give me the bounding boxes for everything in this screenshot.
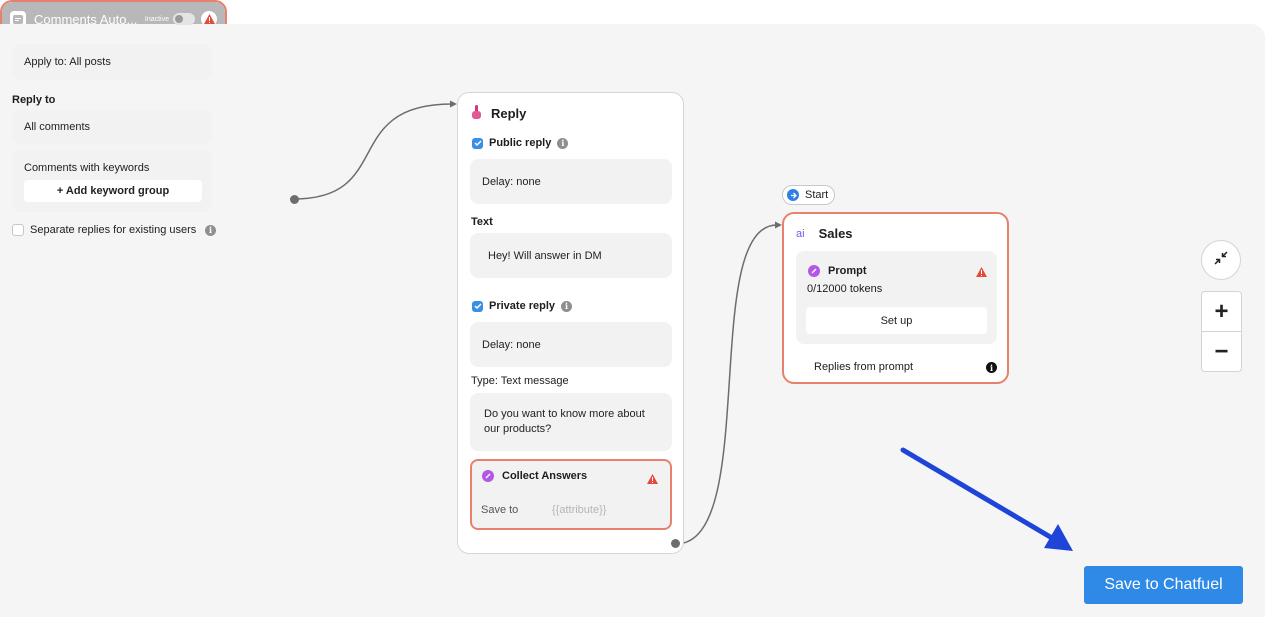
sales-node-header: ai Sales — [796, 226, 853, 241]
sales-node[interactable]: ai Sales Prompt 0/12000 tokens Set up Re… — [782, 212, 1009, 384]
private-reply-text[interactable]: Do you want to know more about our produ… — [470, 393, 672, 451]
reply-output-port[interactable] — [671, 539, 680, 548]
collect-answers-block[interactable]: Collect Answers Save to {{attribute}} — [470, 459, 672, 530]
prompt-block[interactable]: Prompt 0/12000 tokens Set up — [796, 251, 997, 344]
collapse-arrows-icon — [1214, 250, 1228, 270]
keywords-label: Comments with keywords — [24, 162, 150, 174]
public-reply-text[interactable]: Hey! Will answer in DM — [470, 233, 672, 278]
separate-replies-checkbox[interactable] — [12, 224, 24, 236]
collect-answers-title: Collect Answers — [502, 470, 588, 482]
arrow-right-icon — [787, 189, 799, 201]
prompt-header: Prompt — [808, 265, 867, 277]
ai-icon: ai — [796, 227, 805, 240]
info-icon[interactable]: i — [986, 362, 997, 373]
add-keyword-group-button[interactable]: + Add keyword group — [24, 180, 202, 202]
setup-button[interactable]: Set up — [806, 307, 987, 334]
private-reply-checkbox[interactable] — [472, 300, 483, 312]
message-type-label: Type: Text message — [471, 375, 569, 387]
keywords-box: Comments with keywords + Add keyword gro… — [12, 150, 212, 212]
private-reply-row[interactable]: Private reply i — [472, 300, 573, 312]
pencil-icon — [808, 265, 820, 277]
text-label: Text — [471, 216, 493, 228]
pointing-hand-icon — [472, 105, 481, 122]
warning-icon — [976, 264, 987, 282]
reply-node-title: Reply — [491, 106, 527, 121]
all-comments-option[interactable]: All comments — [12, 110, 212, 144]
comments-output-port[interactable] — [290, 195, 299, 204]
reply-node[interactable]: Reply Public reply i Delay: none Text He… — [457, 92, 684, 554]
separate-replies-row[interactable]: Separate replies for existing users i — [12, 222, 216, 238]
info-icon[interactable]: i — [557, 137, 569, 149]
apply-to-field[interactable]: Apply to: All posts — [12, 44, 212, 80]
public-reply-row[interactable]: Public reply i — [472, 137, 569, 149]
private-reply-label: Private reply — [489, 300, 556, 312]
reply-node-header: Reply — [472, 105, 526, 122]
public-reply-label: Public reply — [489, 137, 552, 149]
warning-icon — [647, 471, 658, 489]
reply-to-label: Reply to — [12, 94, 56, 106]
save-to-chatfuel-button[interactable]: Save to Chatfuel — [1084, 566, 1243, 604]
attribute-input[interactable]: {{attribute}} — [552, 504, 606, 516]
info-icon[interactable]: i — [561, 300, 573, 312]
private-delay-field[interactable]: Delay: none — [470, 322, 672, 367]
pencil-icon — [482, 470, 494, 482]
replies-from-prompt-label: Replies from prompt — [814, 361, 914, 373]
info-icon[interactable]: i — [205, 224, 216, 236]
active-toggle[interactable] — [173, 13, 195, 25]
token-count: 0/12000 tokens — [807, 283, 883, 295]
zoom-controls: + − — [1201, 291, 1242, 372]
zoom-in-button[interactable]: + — [1202, 292, 1241, 332]
sales-node-title: Sales — [818, 226, 853, 241]
save-to-label: Save to — [481, 504, 519, 516]
status-label: Inactive — [144, 15, 169, 23]
start-label: Start — [805, 189, 829, 201]
collect-answers-header: Collect Answers — [482, 470, 587, 482]
zoom-out-button[interactable]: − — [1202, 332, 1241, 372]
start-pill[interactable]: Start — [782, 185, 835, 205]
public-delay-field[interactable]: Delay: none — [470, 159, 672, 204]
collapse-view-button[interactable] — [1201, 240, 1241, 280]
prompt-title: Prompt — [828, 265, 867, 277]
separate-replies-label: Separate replies for existing users — [30, 224, 197, 236]
public-reply-checkbox[interactable] — [472, 137, 483, 149]
